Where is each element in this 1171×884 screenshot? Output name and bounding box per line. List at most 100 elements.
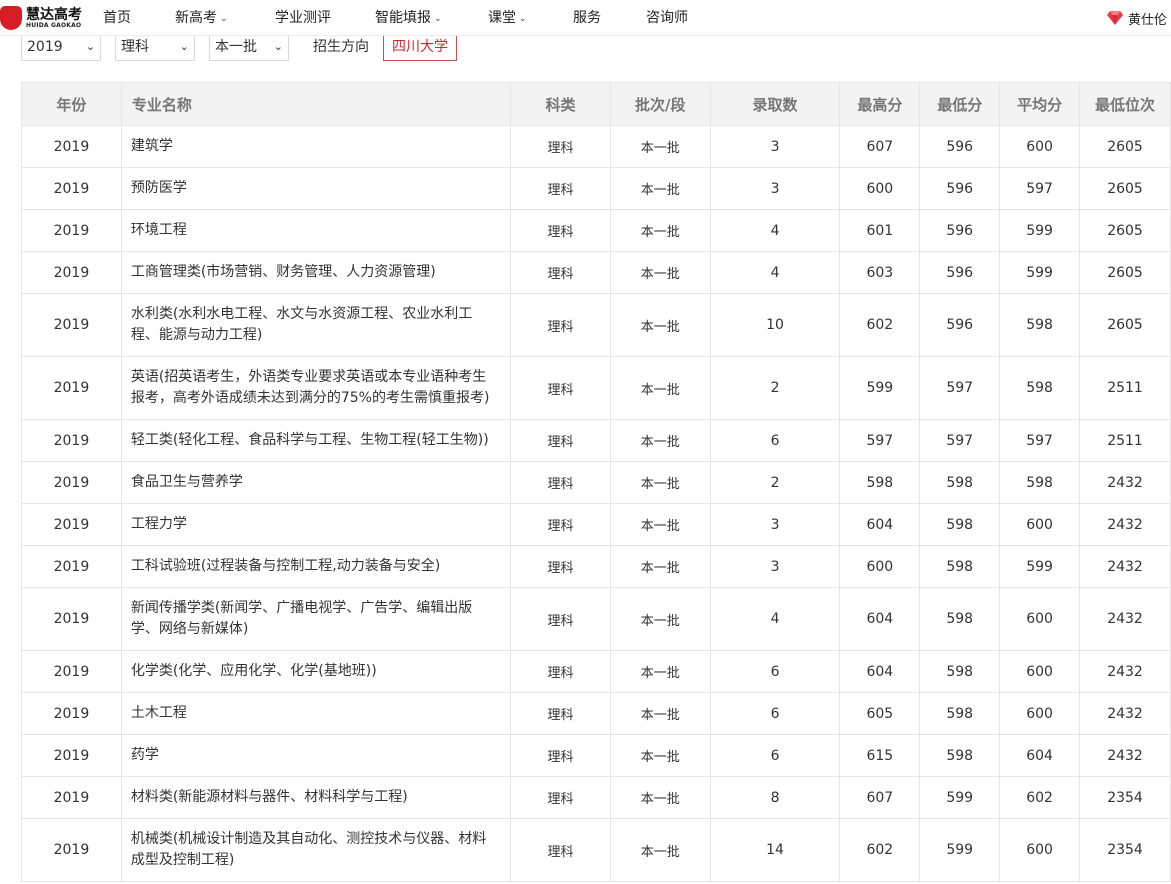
header-batch: 批次/段 (609, 82, 711, 126)
header-avg-score: 平均分 (999, 82, 1081, 126)
cell-max-score: 607 (839, 776, 921, 819)
logo-mark-icon (0, 6, 22, 30)
nav-smart-apply[interactable]: 智能填报 ⌄ (375, 0, 442, 36)
cell-admit-count: 6 (709, 692, 841, 735)
logo-name-en: HUIDA GAOKAO (26, 21, 82, 29)
table-row: 2019 工商管理类(市场营销、财务管理、人力资源管理) 理科 本一批 4 603 596 5… (21, 251, 1171, 294)
chevron-down-icon: ⌄ (519, 14, 527, 24)
direction-label: 招生方向 (313, 39, 369, 55)
cell-max-score: 604 (839, 587, 921, 651)
cell-admit-count: 4 (709, 209, 841, 252)
cell-min-rank: 2432 (1079, 692, 1171, 735)
cell-major: 化学类(化学、应用化学、化学(基地班)) (120, 650, 512, 693)
cell-year: 2019 (21, 587, 122, 651)
cell-admit-count: 8 (709, 776, 841, 819)
cell-max-score: 601 (839, 209, 921, 252)
cell-year: 2019 (21, 503, 122, 546)
cell-year: 2019 (21, 251, 122, 294)
cell-batch: 本一批 (609, 734, 711, 777)
nav-classroom[interactable]: 课堂 ⌄ (488, 0, 527, 36)
nav-home[interactable]: 首页 (103, 0, 131, 36)
cell-avg-score: 598 (999, 293, 1081, 357)
cell-major: 建筑学 (120, 125, 512, 168)
cell-admit-count: 2 (709, 461, 841, 504)
cell-subject-type: 理科 (510, 356, 611, 420)
table-row: 2019 建筑学 理科 本一批 3 607 596 600 2605 (21, 125, 1171, 168)
cell-year: 2019 (21, 356, 122, 420)
table-row: 2019 工科试验班(过程装备与控制工程,动力装备与安全) 理科 本一批 3 600 598… (21, 545, 1171, 588)
cell-min-score: 596 (919, 125, 1001, 168)
user-menu[interactable]: 黄仕伦 (1106, 0, 1167, 36)
cell-min-rank: 2432 (1079, 461, 1171, 504)
cell-avg-score: 600 (999, 650, 1081, 693)
cell-min-rank: 2432 (1079, 734, 1171, 777)
cell-min-score: 597 (919, 419, 1001, 462)
cell-batch: 本一批 (609, 692, 711, 735)
nav-label: 首页 (103, 10, 131, 26)
cell-min-score: 598 (919, 545, 1001, 588)
cell-year: 2019 (21, 734, 122, 777)
nav-new-gaokao[interactable]: 新高考 ⌄ (175, 0, 228, 36)
batch-select[interactable]: 本一批 ⌄ (209, 36, 289, 61)
nav-service[interactable]: 服务 (573, 0, 601, 36)
brand-logo[interactable]: 慧达高考 HUIDA GAOKAO (0, 3, 82, 33)
nav-assessment[interactable]: 学业测评 (275, 0, 331, 36)
cell-year: 2019 (21, 209, 122, 252)
school-tag-button[interactable]: 四川大学 (383, 36, 457, 61)
cell-year: 2019 (21, 818, 122, 882)
cell-admit-count: 10 (709, 293, 841, 357)
table-row: 2019 预防医学 理科 本一批 3 600 596 597 2605 (21, 167, 1171, 210)
cell-batch: 本一批 (609, 545, 711, 588)
cell-subject-type: 理科 (510, 293, 611, 357)
cell-major: 材料类(新能源材料与器件、材料科学与工程) (120, 776, 512, 819)
year-select-value: 2019 (27, 39, 63, 55)
cell-subject-type: 理科 (510, 734, 611, 777)
table-row: 2019 食品卫生与营养学 理科 本一批 2 598 598 598 2432 (21, 461, 1171, 504)
cell-min-score: 598 (919, 650, 1001, 693)
subject-select[interactable]: 理科 ⌄ (115, 36, 195, 61)
cell-avg-score: 600 (999, 125, 1081, 168)
cell-batch: 本一批 (609, 650, 711, 693)
cell-avg-score: 600 (999, 692, 1081, 735)
cell-admit-count: 2 (709, 356, 841, 420)
cell-min-score: 596 (919, 293, 1001, 357)
logo-name-cn: 慧达高考 (26, 6, 82, 23)
cell-batch: 本一批 (609, 419, 711, 462)
nav-consultant[interactable]: 咨询师 (646, 0, 688, 36)
cell-avg-score: 600 (999, 818, 1081, 882)
cell-max-score: 598 (839, 461, 921, 504)
cell-min-rank: 2605 (1079, 209, 1171, 252)
nav-label: 咨询师 (646, 10, 688, 26)
cell-min-score: 598 (919, 734, 1001, 777)
chevron-down-icon: ⌄ (434, 14, 442, 24)
cell-max-score: 600 (839, 545, 921, 588)
cell-major: 预防医学 (120, 167, 512, 210)
cell-major: 工程力学 (120, 503, 512, 546)
logo-text: 慧达高考 HUIDA GAOKAO (26, 8, 82, 29)
cell-major: 工科试验班(过程装备与控制工程,动力装备与安全) (120, 545, 512, 588)
header-admit-count: 录取数 (709, 82, 841, 126)
table-row: 2019 土木工程 理科 本一批 6 605 598 600 2432 (21, 692, 1171, 735)
cell-subject-type: 理科 (510, 251, 611, 294)
cell-major: 土木工程 (120, 692, 512, 735)
cell-subject-type: 理科 (510, 776, 611, 819)
cell-max-score: 602 (839, 818, 921, 882)
cell-min-rank: 2605 (1079, 251, 1171, 294)
cell-admit-count: 3 (709, 545, 841, 588)
cell-major: 新闻传播学类(新闻学、广播电视学、广告学、编辑出版学、网络与新媒体) (120, 587, 512, 651)
cell-avg-score: 598 (999, 356, 1081, 420)
cell-major: 药学 (120, 734, 512, 777)
header-min-score: 最低分 (919, 82, 1001, 126)
chevron-down-icon: ⌄ (179, 40, 189, 53)
cell-subject-type: 理科 (510, 503, 611, 546)
cell-batch: 本一批 (609, 356, 711, 420)
cell-admit-count: 6 (709, 734, 841, 777)
cell-major: 工商管理类(市场营销、财务管理、人力资源管理) (120, 251, 512, 294)
batch-select-value: 本一批 (215, 39, 257, 55)
cell-avg-score: 600 (999, 503, 1081, 546)
year-select[interactable]: 2019 ⌄ (21, 36, 101, 61)
table-header-row: 年份 专业名称 科类 批次/段 录取数 最高分 最低分 平均分 最低位次 (21, 82, 1171, 126)
cell-year: 2019 (21, 545, 122, 588)
cell-subject-type: 理科 (510, 461, 611, 504)
cell-min-score: 596 (919, 209, 1001, 252)
